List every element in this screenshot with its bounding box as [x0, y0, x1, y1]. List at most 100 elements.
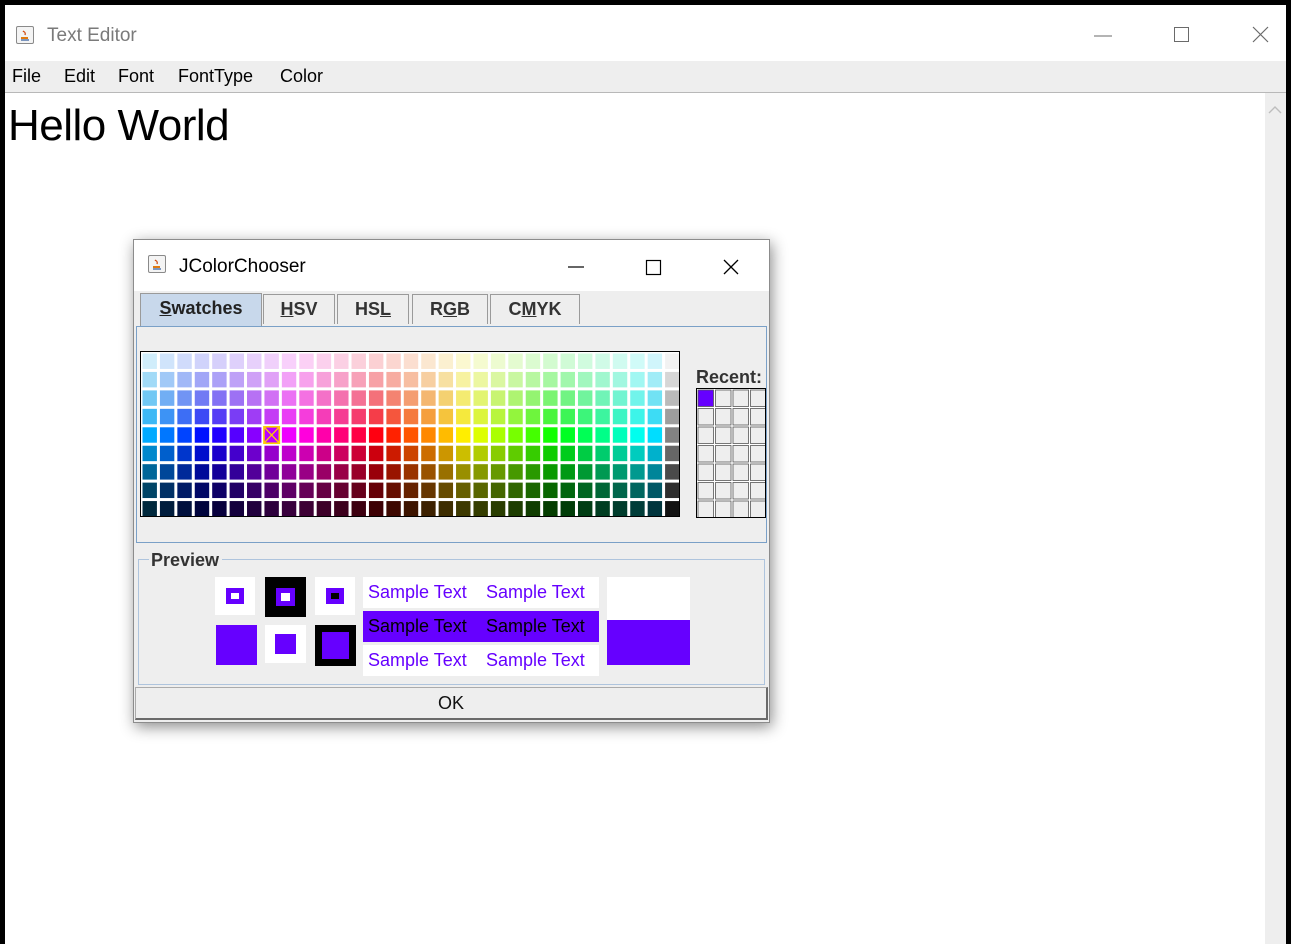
swatch-cell[interactable]	[611, 444, 629, 463]
swatch-cell[interactable]	[228, 481, 246, 500]
swatch-cell[interactable]	[594, 407, 611, 426]
swatch-cell[interactable]	[263, 407, 280, 426]
swatch-cell[interactable]	[455, 407, 472, 426]
swatch-cell[interactable]	[455, 370, 472, 389]
swatch-cell[interactable]	[228, 500, 246, 517]
swatch-cell[interactable]	[298, 407, 315, 426]
swatch-cell[interactable]	[228, 389, 246, 407]
swatch-cell[interactable]	[559, 389, 576, 407]
swatch-cell[interactable]	[280, 481, 298, 500]
swatch-cell[interactable]	[158, 352, 176, 370]
swatch-cell[interactable]	[315, 426, 333, 444]
recent-swatch-cell[interactable]	[750, 500, 767, 518]
swatch-cell[interactable]	[437, 407, 455, 426]
swatch-cell[interactable]	[524, 370, 542, 389]
swatch-cell[interactable]	[246, 463, 263, 481]
recent-swatch-cell[interactable]	[697, 426, 714, 444]
swatch-cell[interactable]	[524, 352, 542, 370]
swatch-cell[interactable]	[333, 352, 350, 370]
swatch-cell[interactable]	[559, 444, 576, 463]
swatch-cell[interactable]	[629, 426, 646, 444]
swatch-cell[interactable]	[211, 426, 228, 444]
recent-swatch-cell[interactable]	[715, 426, 732, 444]
swatch-cell[interactable]	[576, 370, 594, 389]
swatch-cell[interactable]	[193, 426, 211, 444]
swatch-cell[interactable]	[402, 370, 420, 389]
recent-swatch-cell[interactable]	[732, 408, 749, 426]
swatch-cell[interactable]	[542, 407, 559, 426]
swatch-cell[interactable]	[455, 389, 472, 407]
swatch-cell[interactable]	[472, 500, 489, 517]
swatch-cell[interactable]	[664, 500, 680, 517]
swatch-cell[interactable]	[594, 444, 611, 463]
swatch-cell[interactable]	[489, 407, 507, 426]
swatch-cell[interactable]	[559, 407, 576, 426]
swatch-cell[interactable]	[367, 426, 385, 444]
swatch-cell[interactable]	[437, 444, 455, 463]
swatch-cell[interactable]	[211, 444, 228, 463]
swatch-cell[interactable]	[350, 500, 367, 517]
swatch-cell[interactable]	[333, 463, 350, 481]
swatch-cell[interactable]	[472, 407, 489, 426]
swatch-cell[interactable]	[246, 407, 263, 426]
swatch-cell[interactable]	[437, 370, 455, 389]
swatch-cell[interactable]	[507, 426, 524, 444]
swatch-cell[interactable]	[350, 407, 367, 426]
swatch-cell[interactable]	[629, 481, 646, 500]
swatch-cell[interactable]	[559, 370, 576, 389]
swatch-cell[interactable]	[576, 407, 594, 426]
swatch-cell[interactable]	[315, 407, 333, 426]
swatch-cell[interactable]	[437, 389, 455, 407]
swatch-cell[interactable]	[402, 352, 420, 370]
swatch-cell[interactable]	[524, 500, 542, 517]
swatch-cell[interactable]	[402, 389, 420, 407]
swatch-cell[interactable]	[507, 444, 524, 463]
swatch-cell[interactable]	[263, 481, 280, 500]
recent-swatch-cell[interactable]	[697, 389, 714, 407]
swatch-cell[interactable]	[193, 389, 211, 407]
menu-font[interactable]: Font	[118, 66, 154, 87]
tab-cmyk[interactable]: CMYK	[490, 294, 580, 324]
swatch-cell[interactable]	[263, 444, 280, 463]
menu-edit[interactable]: Edit	[64, 66, 95, 87]
swatch-cell[interactable]	[576, 352, 594, 370]
swatch-cell[interactable]	[629, 407, 646, 426]
swatch-cell[interactable]	[472, 463, 489, 481]
recent-swatch-cell[interactable]	[750, 463, 767, 481]
swatch-cell[interactable]	[594, 352, 611, 370]
swatch-cell[interactable]	[315, 352, 333, 370]
swatch-cell[interactable]	[402, 500, 420, 517]
swatch-cell[interactable]	[437, 426, 455, 444]
swatch-cell[interactable]	[176, 426, 193, 444]
recent-swatch-cell[interactable]	[715, 463, 732, 481]
swatch-cell[interactable]	[646, 407, 664, 426]
swatch-cell[interactable]	[524, 463, 542, 481]
swatch-cell[interactable]	[507, 352, 524, 370]
swatch-cell[interactable]	[664, 407, 680, 426]
swatch-cell[interactable]	[385, 389, 402, 407]
swatch-cell[interactable]	[263, 370, 280, 389]
swatch-cell[interactable]	[594, 481, 611, 500]
swatch-cell[interactable]	[594, 370, 611, 389]
recent-swatch-cell[interactable]	[697, 445, 714, 463]
recent-swatch-cell[interactable]	[732, 500, 749, 518]
swatch-cell[interactable]	[402, 463, 420, 481]
swatch-cell[interactable]	[664, 463, 680, 481]
swatch-cell[interactable]	[611, 481, 629, 500]
swatch-cell[interactable]	[472, 352, 489, 370]
close-button[interactable]	[1238, 19, 1284, 49]
dialog-close-button[interactable]	[709, 250, 753, 282]
swatch-cell[interactable]	[298, 426, 315, 444]
swatch-cell[interactable]	[385, 500, 402, 517]
swatch-cell[interactable]	[664, 426, 680, 444]
swatch-cell[interactable]	[472, 389, 489, 407]
swatch-cell[interactable]	[141, 500, 158, 517]
swatch-cell[interactable]	[402, 444, 420, 463]
minimize-button[interactable]	[1081, 19, 1127, 49]
swatch-cell[interactable]	[420, 352, 437, 370]
swatch-cell[interactable]	[472, 370, 489, 389]
swatch-cell[interactable]	[646, 500, 664, 517]
swatch-cell[interactable]	[158, 389, 176, 407]
swatch-cell[interactable]	[542, 352, 559, 370]
swatch-cell[interactable]	[542, 370, 559, 389]
